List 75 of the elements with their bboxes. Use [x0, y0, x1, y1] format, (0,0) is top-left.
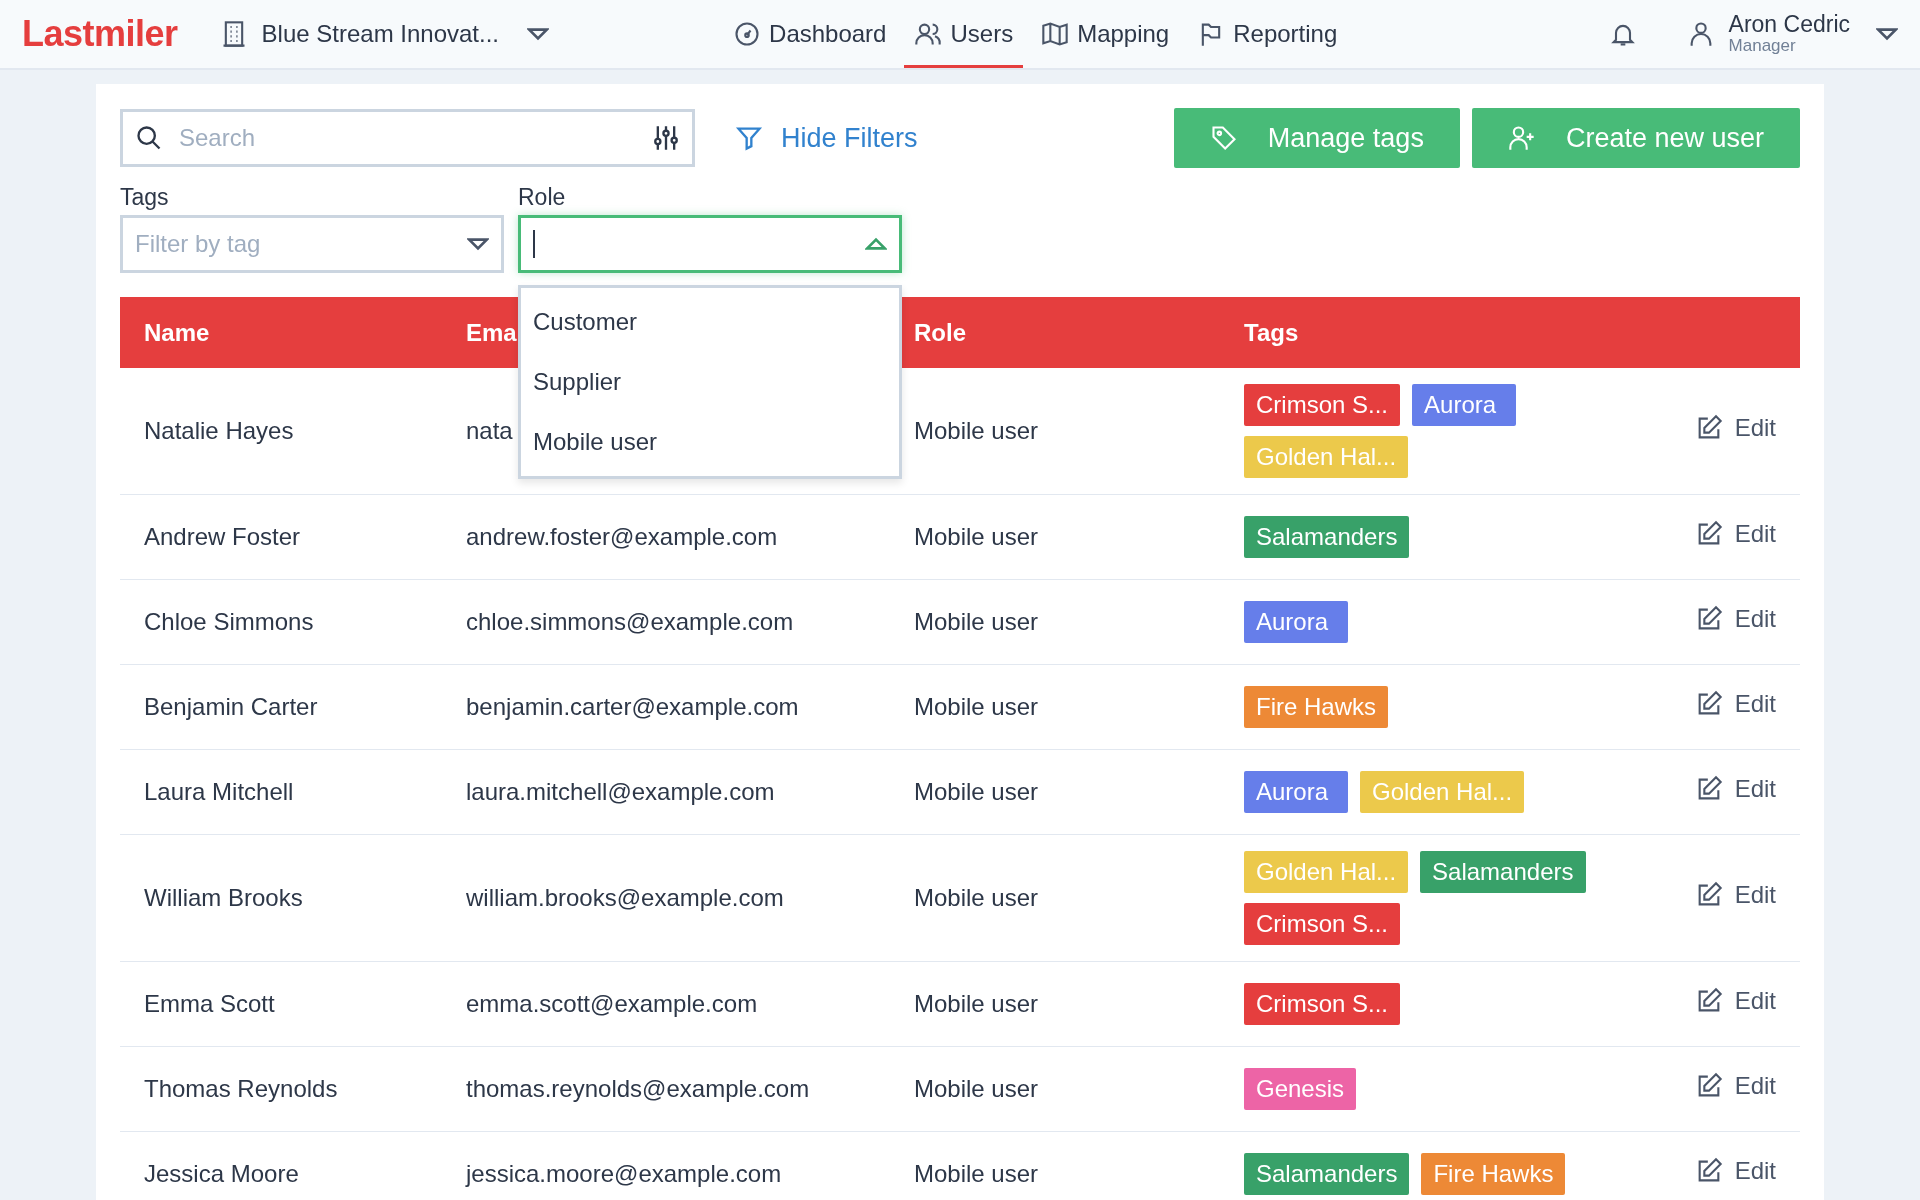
tag-badge: Genesis [1244, 1068, 1357, 1110]
name-cell: Laura Mitchell [120, 749, 442, 835]
role-cell: Mobile user [890, 961, 1220, 1047]
role-option[interactable]: Customer [521, 292, 899, 352]
name-cell: Benjamin Carter [120, 664, 442, 750]
nav-tab[interactable]: Reporting [1187, 0, 1348, 68]
edit-link[interactable]: Edit [1694, 775, 1776, 803]
role-cell: Mobile user [890, 579, 1220, 665]
search-icon [135, 124, 163, 152]
tag-badge: Golden Hal... [1244, 851, 1409, 893]
tag-badge: Aurora [1244, 601, 1348, 643]
edit-link[interactable]: Edit [1694, 881, 1776, 909]
role-cell: Mobile user [890, 664, 1220, 750]
role-cell: Mobile user [890, 494, 1220, 580]
name-cell: Emma Scott [120, 961, 442, 1047]
email-cell: chloe.simmons@example.com [442, 579, 890, 665]
email-cell: thomas.reynolds@example.com [442, 1046, 890, 1132]
name-cell: Chloe Simmons [120, 579, 442, 665]
edit-link[interactable]: Edit [1694, 1072, 1776, 1100]
logo[interactable]: Lastmiler [22, 13, 178, 55]
caret-icon [467, 237, 489, 251]
role-cell: Mobile user [890, 834, 1220, 962]
caret-icon[interactable] [527, 27, 550, 41]
user-role: Manager [1728, 37, 1797, 56]
email-cell: benjamin.carter@example.com [442, 664, 890, 750]
role-cell: Mobile user [890, 1046, 1220, 1132]
search-field[interactable]: Search [120, 109, 695, 167]
email-cell: william.brooks@example.com [442, 834, 890, 962]
column-header: Role [914, 318, 966, 346]
name-cell: William Brooks [120, 834, 442, 962]
tag-badge: Fire Hawks [1421, 1153, 1566, 1195]
column-header: Name [144, 318, 210, 346]
email-cell: andrew.foster@example.com [442, 494, 890, 580]
name-cell: Andrew Foster [120, 494, 442, 580]
email-cell: jessica.moore@example.com [442, 1131, 890, 1200]
edit-link[interactable]: Edit [1694, 520, 1776, 548]
tag-badge: Golden Hal... [1244, 436, 1409, 478]
edit-link[interactable]: Edit [1694, 690, 1776, 718]
organization-name[interactable]: Blue Stream Innovat... [261, 20, 500, 48]
user-name[interactable]: Aron Cedric [1728, 12, 1850, 38]
tag-icon [1209, 124, 1238, 152]
caret-icon [865, 237, 887, 251]
nav-tab[interactable]: Mapping [1031, 0, 1180, 68]
edit-link[interactable]: Edit [1694, 414, 1776, 442]
nav-tab[interactable]: Dashboard [723, 0, 897, 68]
tag-badge: Fire Hawks [1244, 686, 1388, 728]
caret-icon[interactable] [1876, 27, 1898, 41]
name-cell: Thomas Reynolds [120, 1046, 442, 1132]
nav-tab[interactable]: Users [904, 0, 1024, 68]
hide-filters-link[interactable]: Hide Filters [735, 122, 918, 154]
map-icon [1041, 20, 1070, 48]
role-cell: Mobile user [890, 1131, 1220, 1200]
tag-badge: Crimson S... [1244, 903, 1401, 945]
role-cell: Mobile user [890, 749, 1220, 835]
tag-badge: Aurora [1244, 771, 1348, 813]
role-label: Role [518, 184, 567, 211]
tag-badge: Salamanders [1420, 851, 1586, 893]
tag-badge: Crimson S... [1244, 384, 1401, 426]
edit-link[interactable]: Edit [1694, 987, 1776, 1015]
user-plus-icon [1507, 124, 1536, 152]
email-cell: emma.scott@example.com [442, 961, 890, 1047]
name-cell: Natalie Hayes [120, 368, 442, 495]
tag-badge: Golden Hal... [1360, 771, 1525, 813]
column-header: Ema [466, 318, 517, 346]
tag-badge: Salamanders [1244, 516, 1410, 558]
sliders-icon[interactable] [652, 124, 680, 152]
name-cell: Jessica Moore [120, 1131, 442, 1200]
tags-label: Tags [120, 184, 170, 211]
edit-link[interactable]: Edit [1694, 605, 1776, 633]
tag-badge: Crimson S... [1244, 983, 1401, 1025]
tag-badge: Salamanders [1244, 1153, 1410, 1195]
column-header: Tags [1244, 318, 1299, 346]
email-cell: laura.mitchell@example.com [442, 749, 890, 835]
tag-badge: Aurora [1412, 384, 1517, 426]
edit-link[interactable]: Edit [1694, 1157, 1776, 1185]
